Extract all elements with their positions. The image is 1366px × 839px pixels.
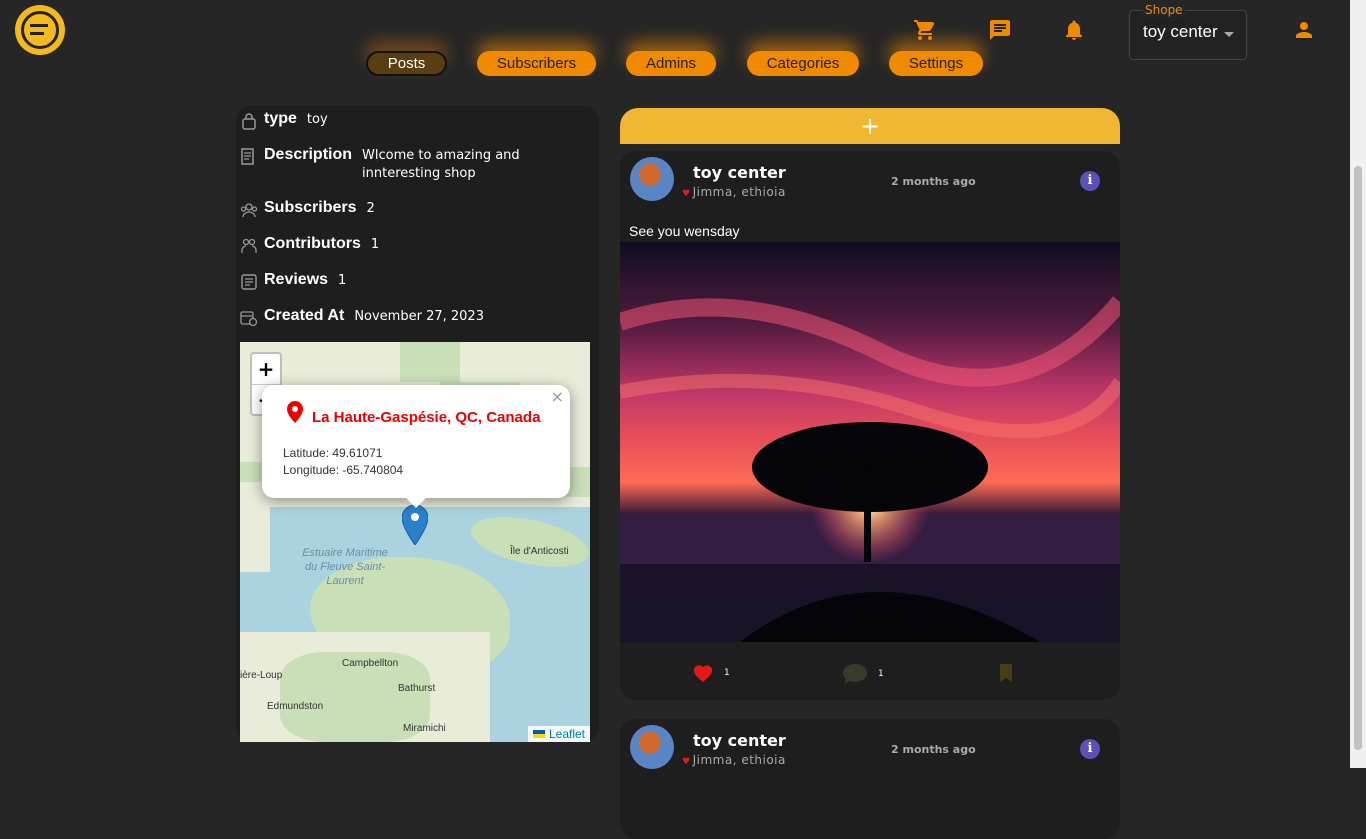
- map-popup: × La Haute-Gaspésie, QC, Canada Latitude…: [262, 385, 570, 508]
- info-reviews: Reviews 1: [240, 271, 346, 291]
- info-contributors-value: 1: [370, 237, 380, 252]
- map-label-bathurst: Bathurst: [398, 683, 436, 694]
- shop-select[interactable]: Shope toy center: [1129, 3, 1247, 60]
- tab-admins[interactable]: Admins: [626, 51, 716, 76]
- popup-close-button[interactable]: ×: [551, 387, 564, 406]
- document-icon: [241, 148, 254, 165]
- post-author[interactable]: toy center: [693, 163, 786, 182]
- app-logo[interactable]: [15, 5, 65, 55]
- info-contributors: Contributors 1: [240, 235, 379, 255]
- tab-posts[interactable]: Posts: [366, 51, 447, 76]
- location-heart-icon: ♥: [682, 757, 691, 767]
- map-marker-icon[interactable]: [402, 505, 428, 545]
- post-text: See you wensday: [629, 223, 740, 239]
- info-contributors-label: Contributors: [264, 235, 361, 252]
- sunset-tree-image: [620, 296, 1120, 642]
- comment-icon[interactable]: [842, 663, 868, 685]
- zoom-in-button[interactable]: +: [252, 354, 280, 385]
- like-count: 1: [724, 668, 730, 678]
- page-scrollbar[interactable]: [1350, 0, 1366, 768]
- like-action[interactable]: 1: [692, 663, 730, 683]
- bookmark-icon[interactable]: [998, 663, 1014, 683]
- info-created-at: Created At November 27, 2023: [240, 307, 484, 327]
- ukraine-flag-icon: [532, 730, 545, 738]
- heart-icon[interactable]: [692, 663, 714, 683]
- scrollbar-thumb[interactable]: [1354, 166, 1362, 750]
- map-label-campbellton: Campbellton: [342, 658, 399, 669]
- shop-select-value: toy center: [1143, 22, 1218, 41]
- info-created-label: Created At: [264, 307, 345, 324]
- info-reviews-label: Reviews: [264, 271, 329, 288]
- info-description: Description Wlcome to amazing and innter…: [240, 146, 598, 183]
- post-card: toy center ♥ Jimma, ethioia 2 months ago …: [620, 719, 1120, 839]
- reviews-icon: [241, 274, 257, 290]
- post-location-text: Jimma, ethioia: [692, 185, 786, 199]
- tab-categories[interactable]: Categories: [747, 51, 859, 76]
- user-icon[interactable]: [1292, 18, 1316, 42]
- map-island-anticosti: [466, 508, 590, 576]
- avatar[interactable]: [630, 725, 674, 769]
- location-heart-icon: ♥: [682, 189, 691, 199]
- post-image[interactable]: [620, 242, 1120, 642]
- leaflet-link[interactable]: Leaflet: [549, 727, 585, 741]
- post-location: ♥ Jimma, ethioia: [682, 753, 786, 767]
- popup-longitude: Longitude: -65.740804: [283, 463, 404, 477]
- info-type-label: type: [264, 110, 297, 127]
- map-land-west: [240, 482, 270, 572]
- info-created-value: November 27, 2023: [354, 309, 484, 324]
- comment-count: 1: [878, 669, 884, 679]
- popup-title: La Haute-Gaspésie, QC, Canada: [312, 409, 541, 426]
- map-label-loup: ière-Loup: [240, 670, 283, 681]
- shop-select-label: Shope: [1143, 3, 1185, 17]
- info-subscribers-label: Subscribers: [264, 199, 357, 216]
- map-label-edmundston: Edmundston: [267, 701, 324, 712]
- location-map[interactable]: Île d'Anticosti Estuaire Maritime du Fle…: [240, 342, 590, 742]
- comment-action[interactable]: 1: [842, 663, 884, 685]
- post-time: 2 months ago: [891, 743, 976, 756]
- info-reviews-value: 1: [338, 273, 347, 288]
- chat-icon[interactable]: [988, 18, 1012, 42]
- post-location: ♥ Jimma, ethioia: [682, 185, 786, 199]
- info-type: type toy: [240, 110, 328, 130]
- post-time: 2 months ago: [891, 175, 976, 188]
- map-label-miramichi: Miramichi: [403, 723, 446, 734]
- location-pin-icon: [287, 401, 303, 423]
- info-type-value: toy: [306, 112, 328, 127]
- bell-icon[interactable]: [1062, 18, 1086, 42]
- map-label-estuaire: Estuaire Maritime du Fleuve Saint-Lauren…: [302, 547, 388, 587]
- cart-icon[interactable]: [913, 18, 937, 42]
- lock-icon: [242, 113, 256, 130]
- group-icon: [240, 203, 258, 218]
- post-location-text: Jimma, ethioia: [692, 753, 786, 767]
- chevron-down-icon: [1224, 32, 1234, 37]
- info-icon[interactable]: i: [1080, 171, 1100, 191]
- map-attribution[interactable]: Leaflet: [527, 726, 590, 742]
- info-subscribers-value: 2: [366, 201, 375, 216]
- bookmark-action[interactable]: [998, 663, 1014, 683]
- calendar-gear-icon: [240, 311, 258, 327]
- tab-subscribers[interactable]: Subscribers: [477, 51, 596, 76]
- map-park-3: [240, 462, 262, 482]
- avatar[interactable]: [630, 157, 674, 201]
- info-icon[interactable]: i: [1080, 739, 1100, 759]
- tab-settings[interactable]: Settings: [889, 51, 983, 76]
- info-description-value: Wlcome to amazing and innteresting shop: [362, 148, 520, 181]
- map-park-1: [400, 342, 460, 382]
- post-card: toy center ♥ Jimma, ethioia 2 months ago …: [620, 151, 1120, 700]
- post-author[interactable]: toy center: [693, 731, 786, 750]
- map-label-anticosti: Île d'Anticosti: [510, 546, 569, 557]
- add-post-button[interactable]: +: [620, 108, 1120, 144]
- people-icon: [241, 238, 257, 253]
- popup-latitude: Latitude: 49.61071: [283, 446, 383, 460]
- info-description-label: Description: [264, 146, 353, 163]
- info-subscribers: Subscribers 2: [240, 199, 375, 219]
